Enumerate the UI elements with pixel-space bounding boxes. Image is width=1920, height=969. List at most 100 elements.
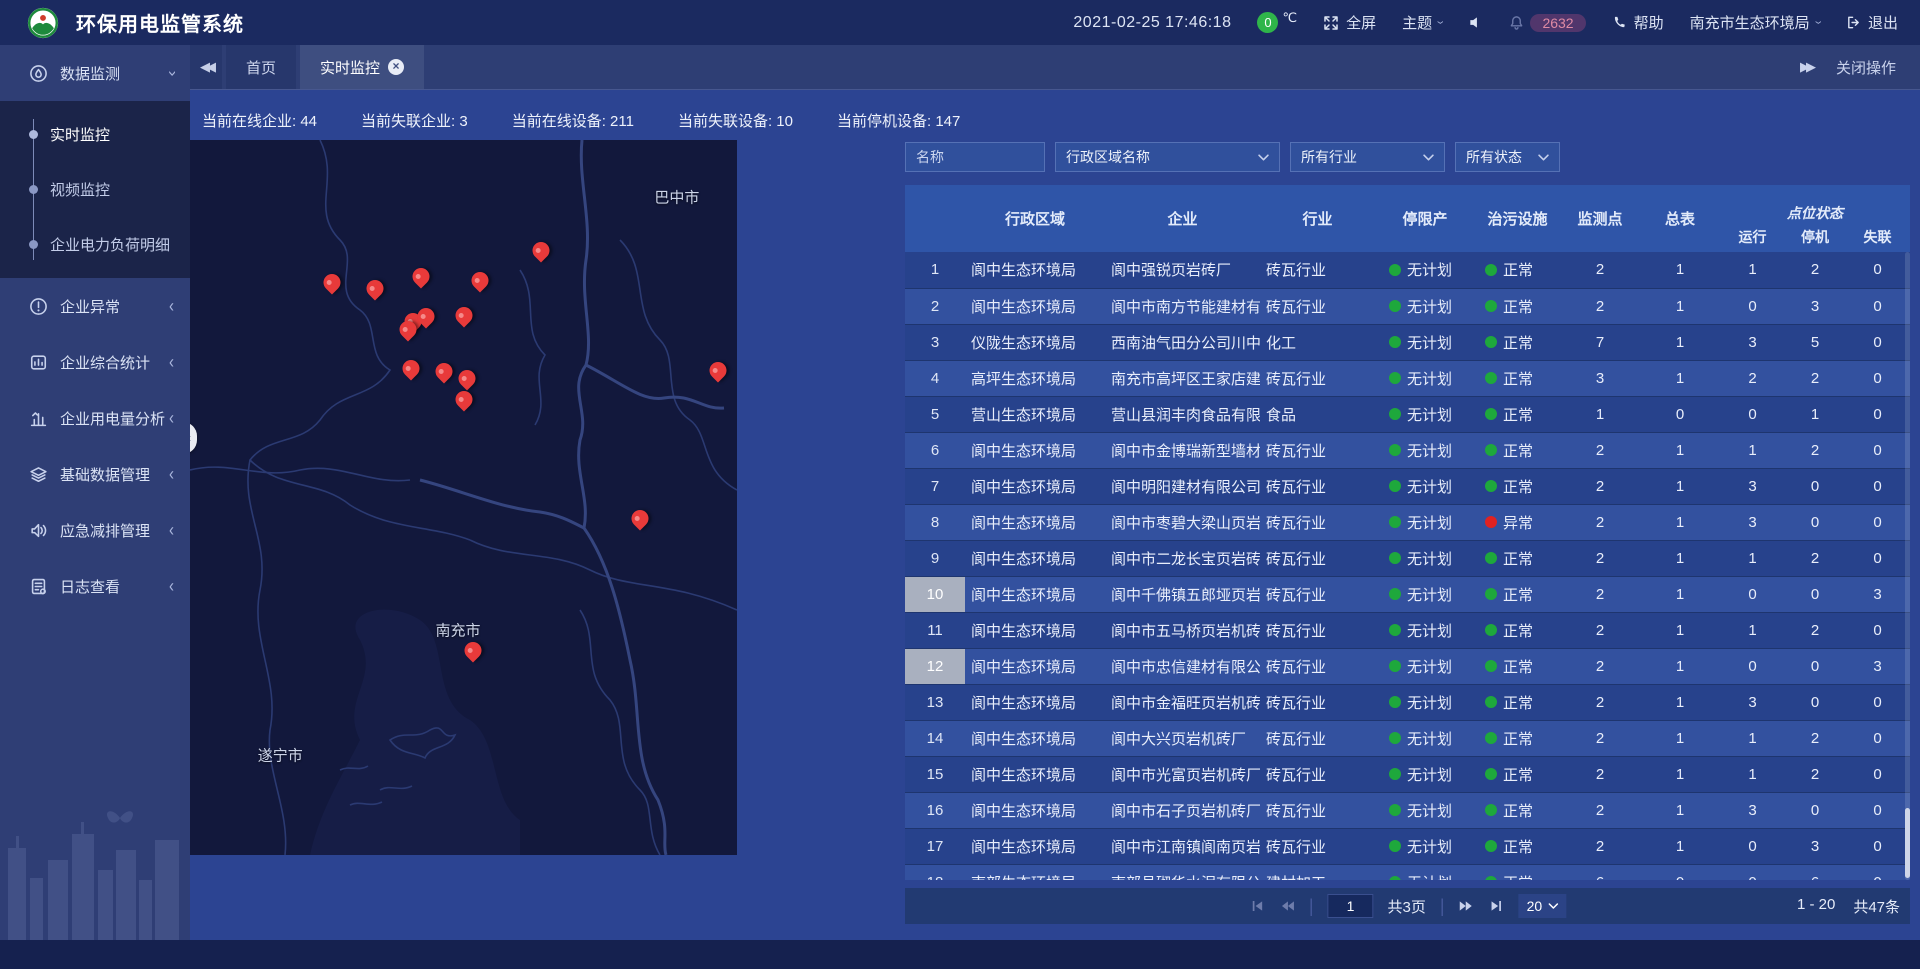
table-row[interactable]: 15 阆中生态环境局 阆中市光富页岩机砖厂 砖瓦行业 无计划 正常 2 1 1 … (905, 756, 1910, 792)
monitor-points-cell: 2 (1560, 828, 1640, 864)
stopped-cell: 2 (1785, 360, 1845, 396)
tabs-scroll-right-button[interactable]: ▶▶ (1800, 59, 1812, 75)
name-search-input[interactable] (905, 142, 1045, 172)
status-dot-icon (1485, 588, 1497, 600)
map-panel[interactable]: 巴中市南充市遂宁市 (190, 140, 737, 855)
monitor-points-cell: 6 (1560, 864, 1640, 880)
sidebar-item-emergency-reduce[interactable]: 应急减排管理 ‹ (0, 502, 190, 558)
sidebar-subitem-video-monitor[interactable]: 视频监控 (0, 162, 190, 217)
region-cell: 阆中生态环境局 (965, 432, 1105, 468)
treatment-facility-cell: 正常 (1475, 828, 1560, 864)
sidebar-subitem-power-load-detail[interactable]: 企业电力负荷明细 (0, 217, 190, 272)
stopped-cell: 2 (1785, 612, 1845, 648)
table-row[interactable]: 5 营山生态环境局 营山县润丰肉食品有限 食品 无计划 正常 1 0 0 1 0 (905, 396, 1910, 432)
region-cell: 阆中生态环境局 (965, 540, 1105, 576)
total-meters-cell: 1 (1640, 468, 1720, 504)
limit-production-cell: 无计划 (1375, 396, 1475, 432)
tab-bar: ◀◀ 首页 实时监控 × ▶▶ 关闭操作 (190, 45, 1920, 90)
sound-toggle-button[interactable] (1468, 15, 1483, 30)
table-row[interactable]: 14 阆中生态环境局 阆中大兴页岩机砖厂 砖瓦行业 无计划 正常 2 1 1 2… (905, 720, 1910, 756)
table-row[interactable]: 3 仪陇生态环境局 西南油气田分公司川中 化工 无计划 正常 7 1 3 5 0 (905, 324, 1910, 360)
company-cell: 阆中千佛镇五郎垭页岩 (1105, 576, 1260, 612)
logout-button[interactable]: 退出 (1846, 12, 1898, 33)
limit-production-cell: 无计划 (1375, 540, 1475, 576)
table-row[interactable]: 8 阆中生态环境局 阆中市枣碧大梁山页岩 砖瓦行业 无计划 异常 2 1 3 0… (905, 504, 1910, 540)
industry-cell: 砖瓦行业 (1260, 756, 1375, 792)
company-cell: 阆中明阳建材有限公司 (1105, 468, 1260, 504)
col-industry: 行业 (1260, 185, 1375, 252)
close-operations-dropdown[interactable]: 关闭操作 (1836, 57, 1896, 78)
treatment-facility-cell: 正常 (1475, 540, 1560, 576)
tab-home[interactable]: 首页 (226, 45, 296, 89)
stopped-cell: 6 (1785, 864, 1845, 880)
fullscreen-button[interactable]: 全屏 (1323, 12, 1376, 33)
treatment-facility-cell: 正常 (1475, 360, 1560, 396)
sidebar-item-power-analysis[interactable]: 企业用电量分析 ‹ (0, 390, 190, 446)
next-page-button[interactable] (1459, 898, 1475, 914)
table-row[interactable]: 9 阆中生态环境局 阆中市二龙长宝页岩砖 砖瓦行业 无计划 正常 2 1 1 2… (905, 540, 1910, 576)
tab-realtime[interactable]: 实时监控 × (300, 45, 424, 89)
sidebar-item-base-data[interactable]: 基础数据管理 ‹ (0, 446, 190, 502)
company-cell: 南充市高坪区王家店建 (1105, 360, 1260, 396)
row-number-cell: 2 (905, 288, 965, 324)
table-row[interactable]: 12 阆中生态环境局 阆中市忠信建材有限公 砖瓦行业 无计划 正常 2 1 0 … (905, 648, 1910, 684)
monitor-points-cell: 2 (1560, 432, 1640, 468)
row-number-cell: 7 (905, 468, 965, 504)
table-row[interactable]: 4 高坪生态环境局 南充市高坪区王家店建 砖瓦行业 无计划 正常 3 1 2 2… (905, 360, 1910, 396)
table-row[interactable]: 18 南部生态环境局 南部县砌华水泥有限公 建材加工 无计划 正常 6 0 0 … (905, 864, 1910, 880)
table-row[interactable]: 6 阆中生态环境局 阆中市金博瑞新型墙材 砖瓦行业 无计划 正常 2 1 1 2… (905, 432, 1910, 468)
total-meters-cell: 1 (1640, 612, 1720, 648)
monitor-points-cell: 2 (1560, 540, 1640, 576)
total-meters-cell: 1 (1640, 756, 1720, 792)
stopped-cell: 0 (1785, 792, 1845, 828)
tab-label: 首页 (246, 57, 276, 78)
table-row[interactable]: 17 阆中生态环境局 阆中市江南镇阆南页岩 砖瓦行业 无计划 正常 2 1 0 … (905, 828, 1910, 864)
table-row[interactable]: 16 阆中生态环境局 阆中市石子页岩机砖厂 砖瓦行业 无计划 正常 2 1 3 … (905, 792, 1910, 828)
table-row[interactable]: 10 阆中生态环境局 阆中千佛镇五郎垭页岩 砖瓦行业 无计划 正常 2 1 0 … (905, 576, 1910, 612)
sidebar-item-log-view[interactable]: 日志查看 ‹ (0, 558, 190, 614)
region-filter-select[interactable]: 行政区域名称 (1055, 142, 1280, 172)
table-row[interactable]: 13 阆中生态环境局 阆中市金福旺页岩机砖 砖瓦行业 无计划 正常 2 1 3 … (905, 684, 1910, 720)
sidebar-item-enterprise-abnormal[interactable]: 企业异常 ‹ (0, 278, 190, 334)
megaphone-icon (28, 520, 48, 540)
chevron-left-icon: ‹ (169, 408, 174, 428)
first-page-button[interactable] (1249, 898, 1265, 914)
region-cell: 营山生态环境局 (965, 396, 1105, 432)
sidebar-item-label: 日志查看 (60, 576, 169, 597)
last-page-button[interactable] (1489, 898, 1505, 914)
region-cell: 阆中生态环境局 (965, 612, 1105, 648)
org-dropdown[interactable]: 南充市生态环境局 ‹ (1690, 12, 1820, 33)
col-company: 企业 (1105, 185, 1260, 252)
table-row[interactable]: 2 阆中生态环境局 阆中市南方节能建材有 砖瓦行业 无计划 正常 2 1 0 3… (905, 288, 1910, 324)
tabs-scroll-left-button[interactable]: ◀◀ (190, 45, 222, 89)
sidebar-subitem-label: 企业电力负荷明细 (50, 234, 170, 255)
status-filter-select[interactable]: 所有状态 (1455, 142, 1560, 172)
sidebar-subitem-realtime-monitor[interactable]: 实时监控 (0, 107, 190, 162)
status-dot-icon (1389, 804, 1401, 816)
phone-icon (1612, 15, 1627, 30)
total-meters-cell: 1 (1640, 432, 1720, 468)
table-scrollbar[interactable] (1905, 252, 1910, 880)
sidebar-item-enterprise-stats[interactable]: 企业综合统计 ‹ (0, 334, 190, 390)
sidebar-item-data-monitor[interactable]: 数据监测 ‹ (0, 45, 190, 101)
running-cell: 1 (1720, 432, 1785, 468)
stopped-cell: 0 (1785, 468, 1845, 504)
theme-dropdown[interactable]: 主题 ‹ (1402, 12, 1442, 33)
industry-cell: 砖瓦行业 (1260, 360, 1375, 396)
notification-widget[interactable]: 2632 (1509, 14, 1585, 32)
app-logo-icon (26, 6, 60, 40)
page-number-input[interactable] (1328, 894, 1374, 918)
table-row[interactable]: 11 阆中生态环境局 阆中市五马桥页岩机砖 砖瓦行业 无计划 正常 2 1 1 … (905, 612, 1910, 648)
status-dot-icon (1485, 300, 1497, 312)
monitor-points-cell: 2 (1560, 792, 1640, 828)
prev-page-button[interactable] (1279, 898, 1295, 914)
industry-filter-select[interactable]: 所有行业 (1290, 142, 1445, 172)
running-cell: 1 (1720, 756, 1785, 792)
col-region: 行政区域 (965, 185, 1105, 252)
company-cell: 阆中市二龙长宝页岩砖 (1105, 540, 1260, 576)
table-row[interactable]: 1 阆中生态环境局 阆中强锐页岩砖厂 砖瓦行业 无计划 正常 2 1 1 2 0 (905, 252, 1910, 288)
help-button[interactable]: 帮助 (1612, 12, 1664, 33)
tab-close-icon[interactable]: × (388, 59, 404, 75)
table-row[interactable]: 7 阆中生态环境局 阆中明阳建材有限公司 砖瓦行业 无计划 正常 2 1 3 0… (905, 468, 1910, 504)
page-size-select[interactable]: 20 (1519, 894, 1567, 918)
